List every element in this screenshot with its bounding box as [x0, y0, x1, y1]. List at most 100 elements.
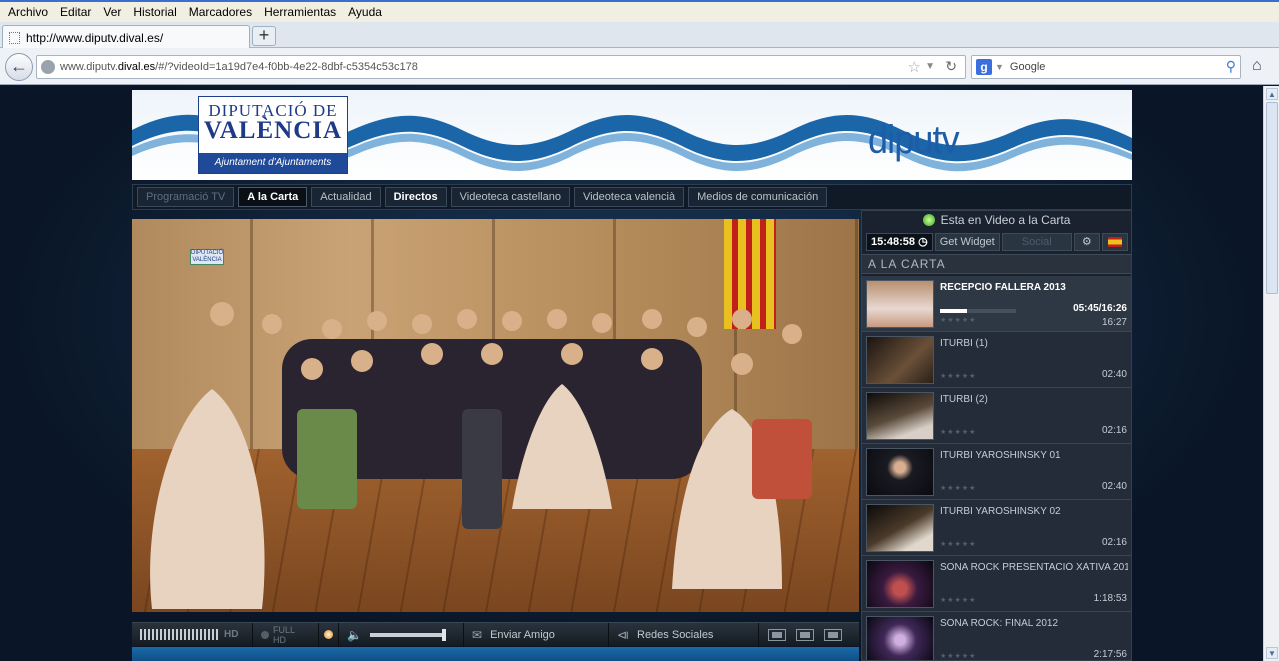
- menu-historial[interactable]: Historial: [129, 5, 184, 19]
- video-duration: 1:18:53: [1093, 593, 1127, 604]
- section-header: A LA CARTA: [862, 254, 1131, 274]
- diputv-brand[interactable]: diputv: [868, 118, 960, 163]
- magnifier-icon[interactable]: ⚲: [1226, 58, 1236, 75]
- scroll-thumb[interactable]: [1266, 102, 1278, 294]
- list-item[interactable]: SONA ROCK PRESENTACIÓ XÀTIVA 2012 ★★★★★ …: [862, 556, 1131, 612]
- video-thumbnail[interactable]: [866, 392, 934, 440]
- clock: 15:48:58 ◷: [866, 233, 933, 251]
- rating-stars[interactable]: ★★★★★: [940, 428, 976, 436]
- video-title: ITURBI YAROSHINSKY 02: [940, 506, 1061, 517]
- spanish-flag-icon[interactable]: [1101, 233, 1128, 251]
- video-thumbnail[interactable]: [866, 504, 934, 552]
- hd-label[interactable]: HD: [224, 629, 238, 640]
- address-bar[interactable]: www.diputv.dival.es/#/?videoId=1a19d7e4-…: [36, 55, 966, 79]
- social-networks-label: Redes Sociales: [637, 628, 714, 641]
- rating-stars[interactable]: ★★★★★: [940, 372, 976, 380]
- search-box[interactable]: g ▼ Google ⚲: [971, 55, 1241, 79]
- page-viewport: DIPUTACIÓ DE VALÈNCIA Ajuntament d'Ajunt…: [0, 86, 1263, 661]
- player-bottom-strip: [132, 647, 859, 661]
- rating-stars[interactable]: ★★★★★: [940, 540, 976, 548]
- send-friend-button[interactable]: ✉ Enviar Amigo: [464, 622, 609, 647]
- nav-medios-comunicacion[interactable]: Medios de comunicación: [688, 187, 828, 207]
- diputacio-logo[interactable]: DIPUTACIÓ DE VALÈNCIA Ajuntament d'Ajunt…: [198, 96, 348, 174]
- get-widget-button[interactable]: Get Widget: [934, 233, 1000, 251]
- nav-actualidad[interactable]: Actualidad: [311, 187, 381, 207]
- video-sidebar: Esta en Video a la Carta 15:48:58 ◷ Get …: [861, 210, 1132, 661]
- volume-control[interactable]: 🔈: [339, 622, 464, 647]
- navigation-bar: ← www.diputv.dival.es/#/?videoId=1a19d7e…: [0, 48, 1279, 85]
- list-item[interactable]: ITURBI (2) ★★★★★ 02:16: [862, 388, 1131, 444]
- list-item[interactable]: ITURBI (1) ★★★★★ 02:40: [862, 332, 1131, 388]
- video-thumbnail[interactable]: [866, 560, 934, 608]
- scroll-up-icon[interactable]: ▲: [1266, 88, 1278, 100]
- menu-ver[interactable]: Ver: [99, 5, 129, 19]
- video-duration: 02:16: [1101, 537, 1127, 548]
- list-item[interactable]: ITURBI YAROSHINSKY 02 ★★★★★ 02:16: [862, 500, 1131, 556]
- reload-icon[interactable]: ↻: [945, 58, 957, 75]
- menu-bar: Archivo Editar Ver Historial Marcadores …: [0, 0, 1279, 22]
- rating-stars[interactable]: ★★★★★: [940, 484, 976, 492]
- volume-slider[interactable]: [369, 628, 446, 641]
- gear-icon[interactable]: ⚙: [1073, 233, 1100, 251]
- video-progress-bar[interactable]: [940, 309, 1016, 313]
- back-button[interactable]: ←: [5, 53, 33, 81]
- search-input[interactable]: Google: [1010, 61, 1045, 73]
- list-item[interactable]: ITURBI YAROSHINSKY 01 ★★★★★ 02:40: [862, 444, 1131, 500]
- new-tab-button[interactable]: +: [252, 26, 276, 46]
- list-item[interactable]: SONA ROCK: FINAL 2012 ★★★★★ 2:17:56: [862, 612, 1131, 660]
- search-engine-dropdown-icon[interactable]: ▼: [995, 62, 1004, 72]
- size-small-icon[interactable]: [768, 628, 786, 641]
- scroll-down-icon[interactable]: ▼: [1266, 647, 1278, 659]
- rating-stars[interactable]: ★★★★★: [940, 596, 976, 604]
- orange-dot-icon: [324, 630, 333, 639]
- fullhd-control[interactable]: FULL HD: [253, 622, 319, 647]
- video-thumbnail[interactable]: [866, 616, 934, 660]
- social-button[interactable]: Social: [1001, 233, 1072, 251]
- size-large-icon[interactable]: [824, 628, 842, 641]
- rating-stars[interactable]: ★★★★★: [940, 316, 976, 324]
- nav-programacio-tv[interactable]: Programació TV: [137, 187, 235, 207]
- video-thumbnail[interactable]: [866, 280, 934, 328]
- send-friend-label: Enviar Amigo: [490, 628, 555, 641]
- page-icon: [9, 31, 20, 44]
- envelope-icon: ✉: [472, 627, 483, 642]
- video-duration: 02:40: [1101, 369, 1127, 380]
- list-item[interactable]: RECEPCIÓ FALLERA 2013 05:45/16:26 ★★★★★ …: [862, 276, 1131, 332]
- video-thumbnail[interactable]: [866, 448, 934, 496]
- clock-icon: ◷: [918, 236, 928, 248]
- page-scrollbar[interactable]: ▲ ▼: [1263, 86, 1279, 661]
- nav-directos[interactable]: Directos: [384, 187, 447, 207]
- menu-marcadores[interactable]: Marcadores: [185, 5, 260, 19]
- video-duration: 16:27: [1101, 317, 1127, 328]
- player-controls: HD FULL HD 🔈 ✉ Enviar Amigo ⧏ Redes Soci…: [132, 622, 859, 647]
- nav-videoteca-castellano[interactable]: Videoteca castellano: [450, 187, 570, 207]
- speaker-icon[interactable]: 🔈: [347, 628, 362, 642]
- address-url: www.diputv.dival.es/#/?videoId=1a19d7e4-…: [60, 61, 418, 73]
- bookmark-star-icon[interactable]: ☆: [908, 58, 921, 76]
- rating-stars[interactable]: ★★★★★: [940, 652, 976, 660]
- play-indicator[interactable]: [319, 622, 339, 647]
- google-icon[interactable]: g: [976, 59, 992, 75]
- logo-line-2: VALÈNCIA: [203, 117, 343, 144]
- video-duration: 02:16: [1101, 425, 1127, 436]
- menu-herramientas[interactable]: Herramientas: [260, 5, 344, 19]
- status-text: Esta en Video a la Carta: [940, 213, 1071, 227]
- quality-control[interactable]: HD: [132, 622, 253, 647]
- home-icon[interactable]: ⌂: [1252, 57, 1262, 75]
- video-player[interactable]: DIPUTACIÓ VALÈNCIA: [132, 219, 859, 612]
- menu-archivo[interactable]: Archivo: [4, 5, 56, 19]
- menu-ayuda[interactable]: Ayuda: [344, 5, 390, 19]
- share-icon: ⧏: [617, 627, 629, 642]
- crowd-graphic: [150, 302, 812, 609]
- video-title: ITURBI (2): [940, 394, 988, 405]
- social-networks-button[interactable]: ⧏ Redes Sociales: [609, 622, 759, 647]
- browser-tab[interactable]: http://www.diputv.dival.es/: [2, 25, 250, 49]
- size-medium-icon[interactable]: [796, 628, 814, 641]
- video-title: SONA ROCK PRESENTACIÓ XÀTIVA 2012: [940, 562, 1128, 573]
- video-duration: 2:17:56: [1093, 649, 1127, 660]
- history-dropdown-icon[interactable]: ▼: [925, 61, 935, 72]
- video-thumbnail[interactable]: [866, 336, 934, 384]
- nav-a-la-carta[interactable]: A la Carta: [238, 187, 308, 207]
- nav-videoteca-valencia[interactable]: Videoteca valencià: [573, 187, 685, 207]
- menu-editar[interactable]: Editar: [56, 5, 99, 19]
